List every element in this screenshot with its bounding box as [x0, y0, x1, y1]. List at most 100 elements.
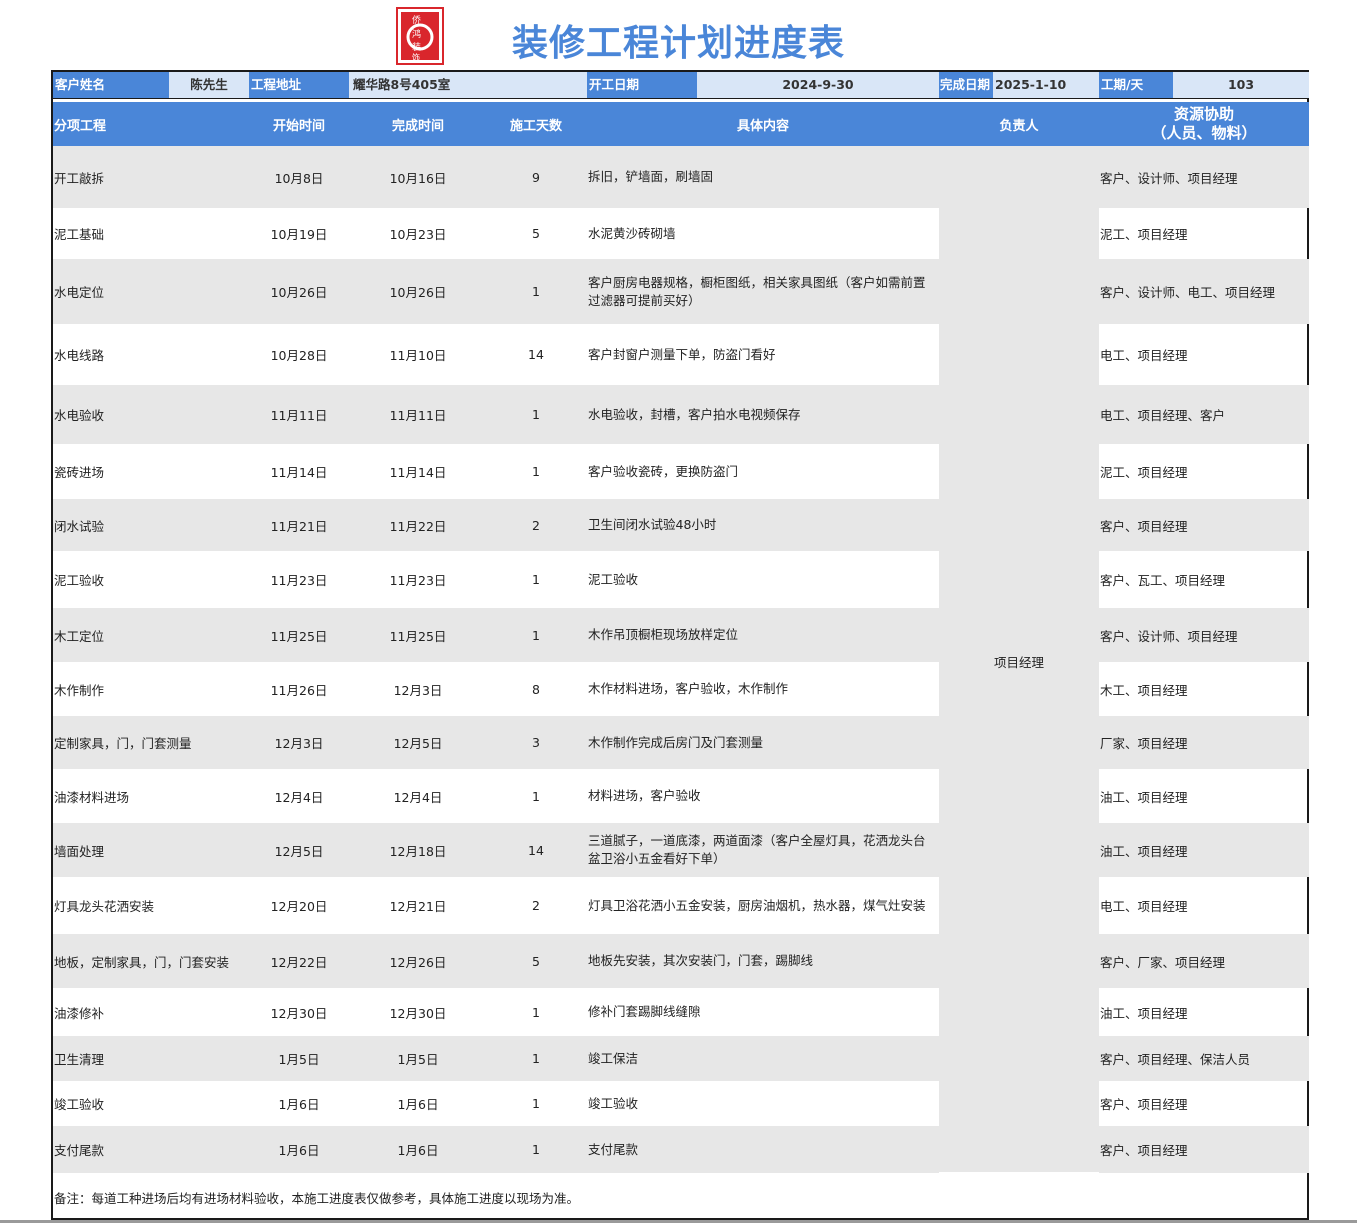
cell-content: 木作制作完成后房门及门套测量 — [588, 734, 764, 750]
cell-resource: 客户、厂家、项目经理 — [1100, 954, 1226, 970]
cell-start: 1月6日 — [278, 1097, 320, 1112]
cell-content: 三道腻子，一道底漆，两道面漆（客户全屋灯具，花洒龙头台盆卫浴小五金看好下单） — [588, 833, 926, 866]
start-date-label: 开工日期 — [587, 72, 697, 98]
cell-content: 拆旧，铲墙面，刷墙固 — [588, 169, 714, 184]
cell-item: 开工敲拆 — [54, 170, 105, 186]
cell-content: 客户厨房电器规格，橱柜图纸，相关家具图纸（客户如需前置过滤器可提前买好） — [588, 274, 926, 308]
duration-value: 103 — [1173, 72, 1309, 98]
header-content: 具体内容 — [736, 118, 789, 134]
table-row: 水电线路 10月28日 11月10日 14 客户封窗户测量下单，防盗门看好 电工、项目经理 — [53, 324, 1309, 385]
table-row: 墙面处理 12月5日 12月18日 14 三道腻子，一道底漆，两道面漆（客户全屋灯具，花… — [53, 823, 1309, 877]
project-info-row: 客户姓名 陈先生 工程地址 耀华路8号405室 开工日期 2024-9-30 完… — [53, 72, 1309, 99]
cell-days: 1 — [532, 1004, 540, 1020]
cell-days: 1 — [532, 464, 540, 479]
cell-resource: 客户、设计师、电工、项目经理 — [1100, 285, 1276, 300]
cell-days: 1 — [532, 407, 540, 422]
cell-days: 1 — [532, 627, 540, 643]
cell-content: 竣工验收 — [588, 1095, 639, 1111]
cell-end: 1月5日 — [397, 1052, 439, 1067]
cell-resource: 客户、项目经理 — [1100, 1097, 1188, 1112]
cell-days: 2 — [532, 898, 540, 913]
cell-start: 11月21日 — [270, 518, 328, 534]
table-row: 木工定位 11月25日 11月25日 1 木作吊顶橱柜现场放样定位 客户、设计师、项目经理 — [53, 608, 1309, 662]
header-days: 施工天数 — [509, 118, 562, 134]
company-logo: 侨 鸿 装 饰 — [396, 7, 444, 65]
cell-item: 卫生清理 — [54, 1052, 105, 1067]
table-row: 油漆修补 12月30日 12月30日 1 修补门套踢脚线缝隙 油工、项目经理 — [53, 988, 1309, 1036]
table-row: 开工敲拆 10月8日 10月16日 9 拆旧，铲墙面，刷墙固 客户、设计师、项目经理 — [53, 146, 1309, 208]
cell-end: 11月10日 — [389, 348, 447, 363]
cell-days: 5 — [532, 953, 540, 969]
cell-item: 泥工基础 — [54, 227, 105, 242]
cell-days: 1 — [532, 1142, 540, 1157]
cell-item: 泥工验收 — [54, 573, 105, 588]
svg-text:侨: 侨 — [412, 14, 421, 26]
cell-resource: 客户、瓦工、项目经理 — [1100, 573, 1226, 588]
cell-resource: 油工、项目经理 — [1100, 1005, 1188, 1021]
table-row: 支付尾款 1月6日 1月6日 1 支付尾款 客户、项目经理 — [53, 1126, 1309, 1173]
cell-item: 木作制作 — [54, 682, 105, 698]
table-row: 地板，定制家具，门，门套安装 12月22日 12月26日 5 地板先安装，其次安装门，门… — [53, 934, 1309, 988]
cell-days: 9 — [532, 169, 540, 185]
footnote: 备注：每道工种进场后均有进场材料验收，本施工进度表仅做参考，具体施工进度以现场为… — [54, 1191, 580, 1206]
table-row: 竣工验收 1月6日 1月6日 1 竣工验收 客户、项目经理 — [53, 1081, 1309, 1126]
svg-text:鸿: 鸿 — [412, 28, 421, 40]
cell-end: 12月26日 — [389, 954, 447, 970]
cell-end: 1月6日 — [397, 1143, 439, 1158]
cell-item: 油漆修补 — [54, 1005, 105, 1021]
finish-date-value: 2025-1-10 — [993, 72, 1099, 98]
cell-start: 1月5日 — [278, 1052, 320, 1067]
cell-days: 1 — [532, 1051, 540, 1066]
cell-item: 木工定位 — [54, 628, 105, 644]
title-bar: 侨 鸿 装 饰 装修工程计划进度表 — [0, 0, 1357, 70]
cell-resource: 电工、项目经理 — [1100, 348, 1188, 363]
header-resource-line2: （人员、物料） — [1151, 124, 1257, 142]
cell-item: 油漆材料进场 — [54, 789, 130, 805]
cell-resource: 客户、项目经理 — [1100, 518, 1188, 534]
duration-label: 工期/天 — [1099, 72, 1173, 98]
cell-resource: 泥工、项目经理 — [1100, 227, 1188, 242]
header-start: 开始时间 — [272, 118, 325, 134]
cell-item: 瓷砖进场 — [54, 465, 105, 480]
cell-days: 14 — [528, 842, 544, 858]
cell-content: 水泥黄沙砖砌墙 — [588, 225, 676, 241]
cell-start: 10月8日 — [274, 170, 324, 186]
cell-content: 木作材料进场，客户验收，木作制作 — [588, 681, 789, 696]
customer-label: 客户姓名 — [53, 72, 169, 98]
cell-resource: 油工、项目经理 — [1100, 789, 1188, 805]
cell-item: 灯具龙头花洒安装 — [54, 899, 155, 914]
header-resource: 资源协助 （人员、物料） — [1099, 102, 1309, 146]
header-end: 完成时间 — [391, 118, 444, 134]
cell-start: 11月14日 — [270, 465, 328, 480]
cell-content: 卫生间闭水试验48小时 — [588, 517, 717, 532]
cell-start: 11月11日 — [270, 408, 328, 423]
cell-resource: 油工、项目经理 — [1100, 843, 1188, 859]
cell-start: 11月25日 — [270, 628, 328, 644]
cell-end: 12月21日 — [389, 899, 447, 914]
cell-start: 12月30日 — [270, 1005, 328, 1021]
cell-end: 10月23日 — [389, 227, 447, 242]
cell-end: 10月16日 — [389, 170, 447, 186]
table-row: 水电验收 11月11日 11月11日 1 水电验收，封槽，客户拍水电视频保存 电工、项目经… — [53, 385, 1309, 444]
cell-item: 支付尾款 — [54, 1143, 105, 1158]
finish-date-label: 完成日期 — [939, 72, 993, 98]
cell-item: 水电定位 — [54, 285, 105, 300]
cell-days: 1 — [532, 1096, 540, 1111]
cell-end: 1月6日 — [397, 1097, 439, 1112]
table-row: 木作制作 11月26日 12月3日 8 木作材料进场，客户验收，木作制作 木工、项目经理 — [53, 662, 1309, 716]
cell-start: 11月23日 — [270, 573, 328, 588]
cell-start: 11月26日 — [270, 682, 328, 698]
cell-end: 12月3日 — [393, 682, 443, 698]
schedule-sheet: 客户姓名 陈先生 工程地址 耀华路8号405室 开工日期 2024-9-30 完… — [51, 70, 1309, 1220]
cell-end: 11月25日 — [389, 628, 447, 644]
cell-content: 水电验收，封槽，客户拍水电视频保存 — [588, 406, 801, 422]
cell-end: 11月11日 — [389, 408, 447, 423]
cell-item: 墙面处理 — [54, 843, 105, 859]
cell-days: 1 — [532, 788, 540, 804]
table-row: 卫生清理 1月5日 1月5日 1 竣工保洁 客户、项目经理、保洁人员 — [53, 1036, 1309, 1081]
cell-days: 5 — [532, 226, 540, 241]
cell-resource: 客户、项目经理 — [1100, 1143, 1188, 1158]
cell-days: 1 — [532, 572, 540, 587]
cell-resource: 电工、项目经理、客户 — [1100, 408, 1226, 423]
cell-start: 12月5日 — [274, 843, 324, 859]
